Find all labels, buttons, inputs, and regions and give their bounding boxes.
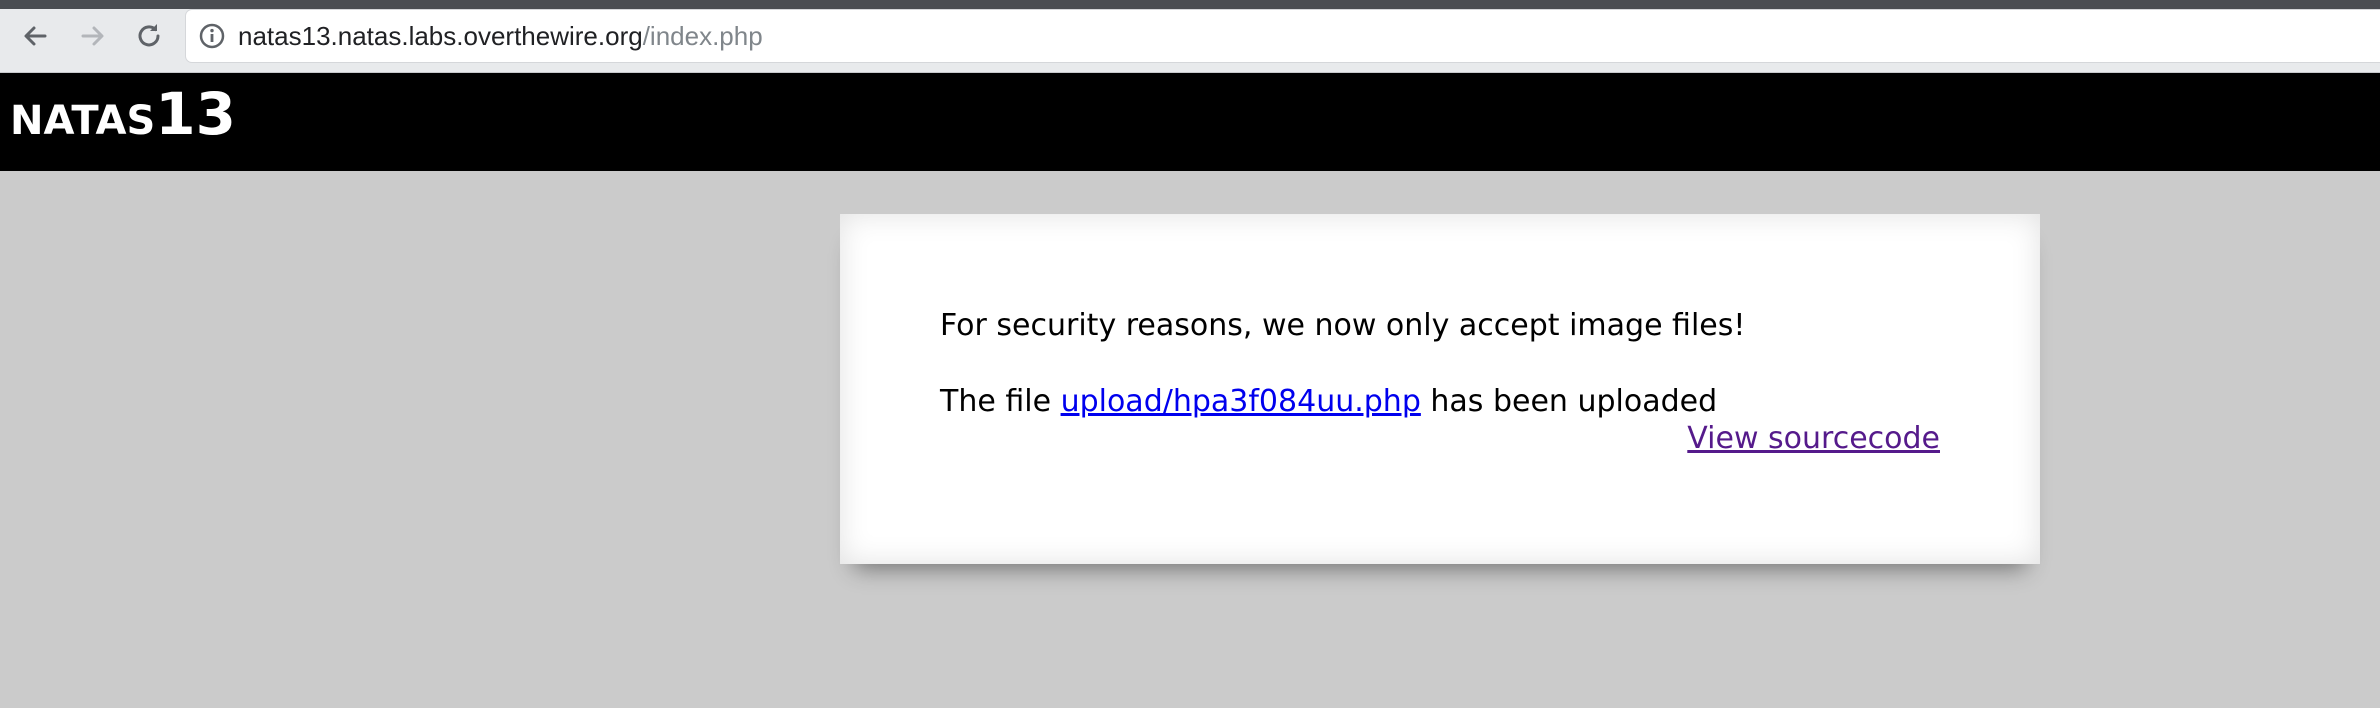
upload-prefix: The file — [940, 384, 1061, 419]
url-path: /index.php — [642, 21, 763, 51]
page-title-number: 13 — [155, 80, 236, 148]
security-message: For security reasons, we now only accept… — [940, 308, 1746, 343]
url-host: natas13.natas.labs.overthewire.org — [238, 21, 643, 51]
browser-toolbar: natas13.natas.labs.overthewire.org/index… — [0, 0, 2380, 73]
uploaded-file-link[interactable]: upload/hpa3f084uu.php — [1061, 384, 1421, 419]
view-sourcecode-link[interactable]: View sourcecode — [1687, 421, 1940, 456]
info-icon[interactable] — [198, 22, 226, 50]
page-title: NATAS13 — [10, 85, 236, 143]
page-title-word: NATAS — [10, 98, 156, 144]
reload-button[interactable] — [126, 13, 172, 59]
back-arrow-icon — [24, 26, 47, 46]
forward-button[interactable] — [70, 13, 116, 59]
address-bar[interactable]: natas13.natas.labs.overthewire.org/index… — [186, 10, 2380, 62]
window-top-strip — [0, 0, 2380, 9]
back-button[interactable] — [12, 13, 58, 59]
upload-suffix: has been uploaded — [1420, 384, 1718, 419]
url-text[interactable]: natas13.natas.labs.overthewire.org/index… — [238, 10, 763, 62]
site-header: NATAS13 — [0, 73, 2380, 171]
upload-status-message: The file upload/hpa3f084uu.php has been … — [940, 384, 1717, 419]
reload-icon — [138, 24, 160, 47]
forward-arrow-icon — [81, 26, 104, 46]
content-panel: For security reasons, we now only accept… — [840, 214, 2040, 564]
